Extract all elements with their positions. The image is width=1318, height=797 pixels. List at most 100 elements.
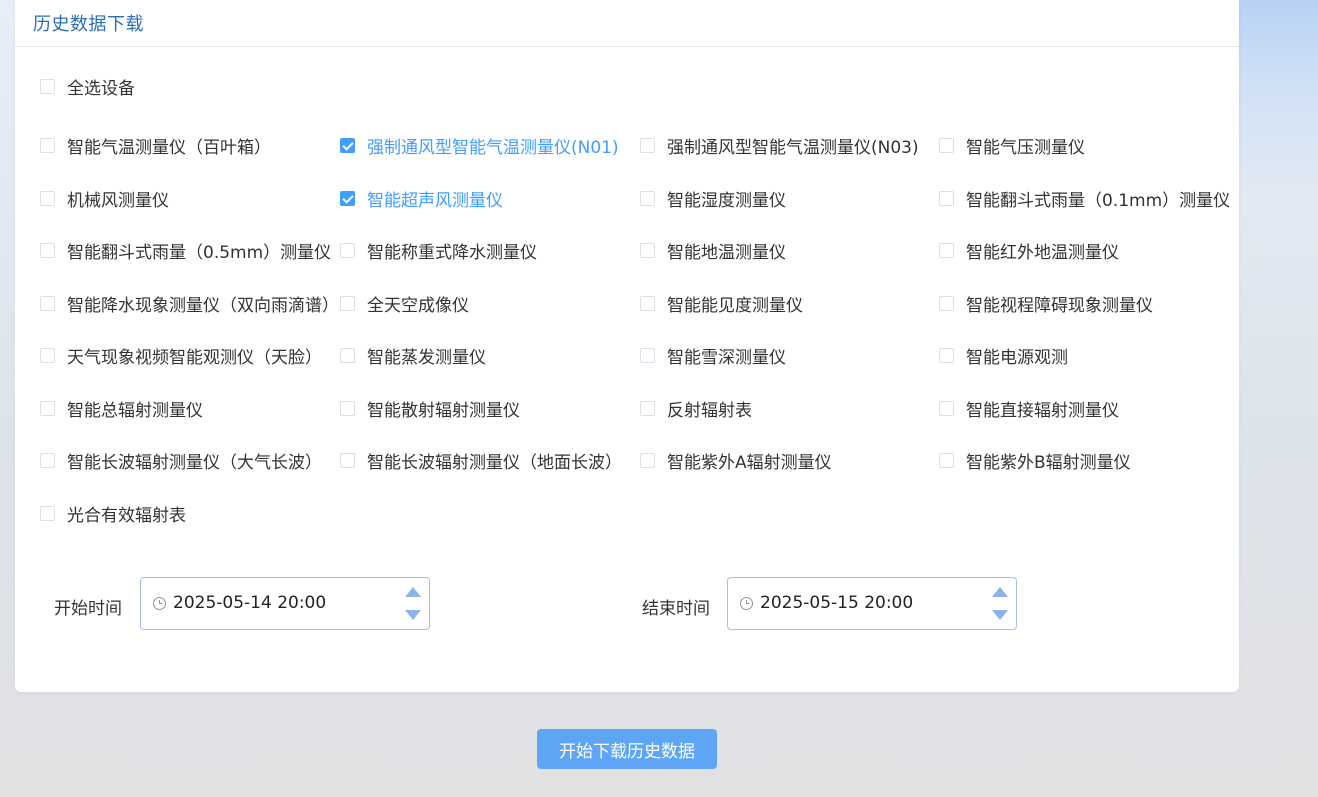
clock-icon (153, 597, 166, 610)
device-checkbox[interactable]: 智能蒸发测量仪 (340, 343, 486, 368)
device-checkbox[interactable]: 强制通风型智能气温测量仪(N03) (640, 133, 919, 158)
checkbox-box[interactable] (40, 452, 55, 468)
device-label: 智能气压测量仪 (966, 137, 1085, 158)
checkbox-box[interactable] (40, 242, 55, 258)
device-checkbox[interactable]: 智能翻斗式雨量（0.1mm）测量仪 (939, 186, 1231, 211)
device-checkbox[interactable]: 智能翻斗式雨量（0.5mm）测量仪 (40, 238, 332, 263)
checkbox-box[interactable] (340, 400, 355, 416)
device-checkbox[interactable]: 智能气压测量仪 (939, 133, 1085, 158)
checkbox-box[interactable] (640, 242, 655, 258)
device-checkbox[interactable]: 智能紫外B辐射测量仪 (939, 448, 1131, 473)
device-checkbox[interactable]: 智能能见度测量仪 (640, 291, 803, 316)
start-download-button[interactable]: 开始下载历史数据 (537, 729, 717, 769)
select-all-checkbox[interactable]: 全选设备 (40, 74, 135, 99)
end-time-increment-button[interactable] (988, 582, 1012, 602)
start-time-decrement-button[interactable] (401, 605, 425, 625)
device-label: 智能视程障碍现象测量仪 (966, 295, 1153, 316)
checkbox-box[interactable] (939, 452, 954, 468)
device-checkbox[interactable]: 智能降水现象测量仪（双向雨滴谱） (40, 291, 339, 316)
checkbox-box[interactable] (939, 190, 954, 206)
checkbox-box[interactable] (939, 295, 954, 311)
checkbox-box[interactable] (640, 347, 655, 363)
device-checkbox[interactable]: 智能超声风测量仪 (340, 186, 503, 211)
start-time-value: 2025-05-14 20:00 (173, 593, 327, 613)
device-label: 全天空成像仪 (367, 295, 469, 316)
checkbox-box[interactable] (40, 190, 55, 206)
device-label: 智能地温测量仪 (667, 242, 786, 263)
panel-header: 历史数据下载 (15, 0, 1239, 47)
device-checkbox[interactable]: 全天空成像仪 (340, 291, 469, 316)
checkbox-box[interactable] (939, 137, 954, 153)
device-checkbox[interactable]: 反射辐射表 (640, 396, 752, 421)
device-label: 机械风测量仪 (67, 190, 169, 211)
check-icon[interactable] (340, 137, 355, 153)
checkbox-box[interactable] (640, 400, 655, 416)
checkbox-box[interactable] (340, 242, 355, 258)
end-time-input[interactable]: 2025-05-15 20:00 (727, 577, 1017, 630)
triangle-up-icon (405, 587, 421, 597)
checkbox-box[interactable] (40, 400, 55, 416)
device-label: 智能雪深测量仪 (667, 347, 786, 368)
device-checkbox[interactable]: 智能称重式降水测量仪 (340, 238, 537, 263)
checkbox-box[interactable] (640, 295, 655, 311)
device-checkbox[interactable]: 智能直接辐射测量仪 (939, 396, 1119, 421)
checkbox-box[interactable] (40, 347, 55, 363)
device-label: 智能湿度测量仪 (667, 190, 786, 211)
device-checkbox[interactable]: 智能雪深测量仪 (640, 343, 786, 368)
device-label: 智能翻斗式雨量（0.1mm）测量仪 (966, 190, 1231, 211)
device-checkbox[interactable]: 智能长波辐射测量仪（大气长波） (40, 448, 322, 473)
device-label: 强制通风型智能气温测量仪(N03) (667, 137, 919, 158)
checkbox-box[interactable] (939, 242, 954, 258)
device-label: 天气现象视频智能观测仪（天脸） (67, 347, 322, 368)
checkbox-box[interactable] (40, 137, 55, 153)
device-label: 智能能见度测量仪 (667, 295, 803, 316)
device-checkbox[interactable]: 智能气温测量仪（百叶箱） (40, 133, 271, 158)
history-download-panel: 历史数据下载 全选设备 智能气温测量仪（百叶箱） 强制通风型智能气温测量仪(N01… (15, 0, 1239, 692)
device-checkbox[interactable]: 天气现象视频智能观测仪（天脸） (40, 343, 322, 368)
checkbox-box[interactable] (640, 137, 655, 153)
device-checkbox[interactable]: 智能散射辐射测量仪 (340, 396, 520, 421)
checkbox-box[interactable] (939, 347, 954, 363)
device-label: 智能蒸发测量仪 (367, 347, 486, 368)
device-label: 智能超声风测量仪 (367, 190, 503, 211)
checkbox-box[interactable] (340, 347, 355, 363)
device-label: 智能紫外A辐射测量仪 (667, 452, 832, 473)
end-time-value: 2025-05-15 20:00 (760, 593, 914, 613)
device-checkbox[interactable]: 光合有效辐射表 (40, 501, 186, 526)
device-checkbox[interactable]: 智能电源观测 (939, 343, 1068, 368)
checkbox-box[interactable] (40, 78, 55, 94)
device-label: 智能长波辐射测量仪（地面长波） (367, 452, 622, 473)
triangle-down-icon (405, 610, 421, 620)
device-checkbox[interactable]: 智能湿度测量仪 (640, 186, 786, 211)
checkbox-box[interactable] (340, 295, 355, 311)
device-label: 智能气温测量仪（百叶箱） (67, 137, 271, 158)
device-label: 反射辐射表 (667, 400, 752, 421)
device-checkbox[interactable]: 智能视程障碍现象测量仪 (939, 291, 1153, 316)
device-label: 智能总辐射测量仪 (67, 400, 203, 421)
clock-icon (740, 597, 753, 610)
device-checkbox[interactable]: 智能地温测量仪 (640, 238, 786, 263)
device-label: 智能散射辐射测量仪 (367, 400, 520, 421)
checkbox-box[interactable] (640, 190, 655, 206)
device-checkbox[interactable]: 智能紫外A辐射测量仪 (640, 448, 832, 473)
checkbox-box[interactable] (939, 400, 954, 416)
device-checkbox[interactable]: 智能红外地温测量仪 (939, 238, 1119, 263)
start-time-increment-button[interactable] (401, 582, 425, 602)
device-checkbox[interactable]: 智能总辐射测量仪 (40, 396, 203, 421)
device-checkbox[interactable]: 强制通风型智能气温测量仪(N01) (340, 133, 619, 158)
end-time-label: 结束时间 (642, 599, 710, 619)
panel-title: 历史数据下载 (33, 14, 144, 35)
device-label: 光合有效辐射表 (67, 505, 186, 526)
start-time-input[interactable]: 2025-05-14 20:00 (140, 577, 430, 630)
end-time-decrement-button[interactable] (988, 605, 1012, 625)
checkbox-box[interactable] (340, 452, 355, 468)
triangle-down-icon (992, 610, 1008, 620)
check-icon[interactable] (340, 190, 355, 206)
device-checkbox[interactable]: 机械风测量仪 (40, 186, 169, 211)
device-label: 智能翻斗式雨量（0.5mm）测量仪 (67, 242, 332, 263)
device-label: 智能降水现象测量仪（双向雨滴谱） (67, 295, 339, 316)
device-checkbox[interactable]: 智能长波辐射测量仪（地面长波） (340, 448, 622, 473)
checkbox-box[interactable] (40, 505, 55, 521)
checkbox-box[interactable] (40, 295, 55, 311)
checkbox-box[interactable] (640, 452, 655, 468)
